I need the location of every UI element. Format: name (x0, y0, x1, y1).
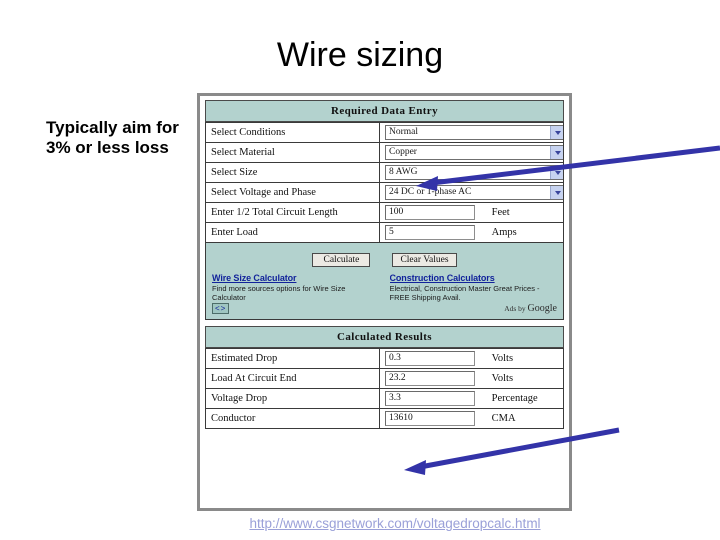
row-label: Estimated Drop (205, 348, 380, 369)
row-value: 24 DC or 1-phase AC (379, 182, 564, 203)
load-at-circuit-end-output: 23.2 (385, 371, 475, 386)
select-size-value: 8 AWG (389, 167, 418, 177)
row-value: 5 Amps (379, 222, 564, 243)
calculated-results-table: Estimated Drop 0.3 Volts Load At Circuit… (205, 348, 564, 429)
chevron-down-icon[interactable] (550, 146, 563, 159)
estimated-drop-unit: Volts (491, 353, 514, 364)
select-voltage-phase-dropdown[interactable]: 24 DC or 1-phase AC (385, 185, 563, 200)
ad-pager-arrows[interactable]: <> (212, 303, 230, 314)
row-label: Voltage Drop (205, 388, 380, 409)
ads-by-google-attribution: Ads by Google (504, 303, 557, 314)
conductor-output: 13610 (385, 411, 475, 426)
row-label: Enter Load (205, 222, 380, 243)
ad-footer: <> Ads by Google (206, 302, 563, 316)
row-label: Conductor (205, 408, 380, 429)
clear-values-button[interactable]: Clear Values (392, 253, 457, 267)
select-size-dropdown[interactable]: 8 AWG (385, 165, 563, 180)
ad-right-body: Electrical, Construction Master Great Pr… (389, 284, 540, 302)
chevron-down-icon[interactable] (550, 126, 563, 139)
calculated-results-header: Calculated Results (205, 326, 564, 348)
chevron-down-icon[interactable] (550, 186, 563, 199)
circuit-length-unit: Feet (491, 207, 510, 218)
table-row: Enter 1/2 Total Circuit Length 100 Feet (205, 202, 564, 223)
select-material-dropdown[interactable]: Copper (385, 145, 563, 160)
button-row: Calculate Clear Values (206, 249, 563, 273)
row-value: 0.3 Volts (379, 348, 564, 369)
table-row: Voltage Drop 3.3 Percentage (205, 388, 564, 409)
ad-left: Wire Size Calculator Find more sources o… (212, 273, 380, 302)
row-value: 3.3 Percentage (379, 388, 564, 409)
ad-right-title[interactable]: Construction Calculators (390, 273, 558, 283)
annotation-note: Typically aim for 3% or less loss (46, 118, 179, 157)
required-data-entry-header: Required Data Entry (205, 100, 564, 122)
load-unit: Amps (491, 227, 517, 238)
ad-block: Wire Size Calculator Find more sources o… (206, 273, 563, 302)
actions-and-ads-band: Calculate Clear Values Wire Size Calcula… (205, 243, 564, 320)
row-value: 8 AWG (379, 162, 564, 183)
row-value: 13610 CMA (379, 408, 564, 429)
table-row: Load At Circuit End 23.2 Volts (205, 368, 564, 389)
table-row: Select Conditions Normal (205, 122, 564, 143)
source-url-caption[interactable]: http://www.csgnetwork.com/voltagedropcal… (190, 516, 600, 531)
load-at-circuit-end-unit: Volts (491, 373, 514, 384)
required-data-entry-table: Select Conditions Normal Select Material… (205, 122, 564, 243)
calculate-button[interactable]: Calculate (312, 253, 371, 267)
chevron-down-icon[interactable] (550, 166, 563, 179)
voltage-drop-unit: Percentage (491, 393, 538, 404)
estimated-drop-output: 0.3 (385, 351, 475, 366)
load-input[interactable]: 5 (385, 225, 475, 240)
select-material-value: Copper (389, 147, 417, 157)
select-conditions-value: Normal (389, 127, 419, 137)
row-label: Enter 1/2 Total Circuit Length (205, 202, 380, 223)
table-row: Enter Load 5 Amps (205, 222, 564, 243)
circuit-length-input[interactable]: 100 (385, 205, 475, 220)
table-row: Select Size 8 AWG (205, 162, 564, 183)
voltage-drop-output: 3.3 (385, 391, 475, 406)
select-voltage-phase-value: 24 DC or 1-phase AC (389, 187, 472, 197)
table-row: Conductor 13610 CMA (205, 408, 564, 429)
row-label: Load At Circuit End (205, 368, 380, 389)
ad-right: Construction Calculators Electrical, Con… (390, 273, 558, 302)
row-label: Select Conditions (205, 122, 380, 143)
table-row: Select Material Copper (205, 142, 564, 163)
row-label: Select Voltage and Phase (205, 182, 380, 203)
row-label: Select Material (205, 142, 380, 163)
voltage-drop-calculator-screenshot: Required Data Entry Select Conditions No… (197, 93, 572, 511)
google-wordmark: Google (527, 303, 557, 314)
row-value: Normal (379, 122, 564, 143)
table-row: Estimated Drop 0.3 Volts (205, 348, 564, 369)
ad-left-body: Find more sources options for Wire Size … (212, 284, 346, 302)
select-conditions-dropdown[interactable]: Normal (385, 125, 563, 140)
row-label: Select Size (205, 162, 380, 183)
table-row: Select Voltage and Phase 24 DC or 1-phas… (205, 182, 564, 203)
ads-by-label: Ads by (504, 304, 526, 313)
ad-left-title[interactable]: Wire Size Calculator (212, 273, 380, 283)
row-value: 100 Feet (379, 202, 564, 223)
page-title: Wire sizing (276, 36, 444, 74)
conductor-unit: CMA (491, 413, 516, 424)
row-value: Copper (379, 142, 564, 163)
row-value: 23.2 Volts (379, 368, 564, 389)
